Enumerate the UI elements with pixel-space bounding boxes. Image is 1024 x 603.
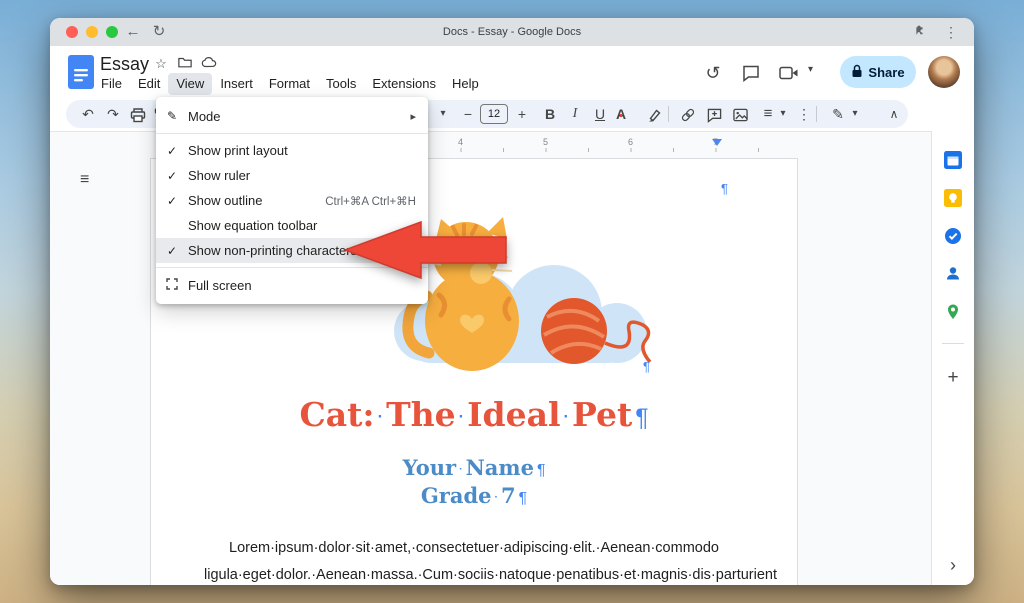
checkmark-icon: ✓ (156, 194, 188, 208)
menu-view[interactable]: View (168, 73, 212, 95)
right-indent-marker[interactable] (712, 139, 722, 146)
account-avatar[interactable] (928, 56, 960, 88)
text-color-icon[interactable]: A (616, 106, 626, 122)
pilcrow-mark: ¶ (635, 405, 648, 432)
menu-help[interactable]: Help (444, 73, 487, 95)
menu-tools[interactable]: Tools (318, 73, 364, 95)
menu-file[interactable]: File (93, 73, 130, 95)
submenu-arrow-icon: ▸ (410, 110, 416, 123)
browser-tab-title: Docs - Essay - Google Docs (50, 18, 974, 46)
add-comment-icon[interactable] (704, 100, 724, 128)
red-annotation-arrow (343, 220, 508, 285)
menu-edit[interactable]: Edit (130, 73, 168, 95)
comments-icon[interactable] (738, 60, 764, 86)
pilcrow-mark: ¶ (721, 181, 728, 196)
undo-icon[interactable]: ↶ (78, 100, 98, 128)
increase-font-size-icon[interactable]: + (512, 100, 532, 128)
align-dropdown-caret-icon[interactable]: ▾ (773, 100, 793, 128)
highlight-color-icon[interactable] (644, 100, 664, 128)
interpunct-mark: · (495, 491, 499, 503)
browser-window: ← ↻ Docs - Essay - Google Docs ⋮ Essay ☆ (50, 18, 974, 585)
google-keep-icon[interactable] (944, 189, 962, 207)
google-calendar-icon[interactable] (944, 151, 962, 169)
menu-separator (156, 133, 428, 134)
ruler-number: 4 (418, 137, 503, 147)
pilcrow-mark: ¶ (643, 359, 650, 374)
menu-item-show-outline[interactable]: ✓ Show outline Ctrl+⌘A Ctrl+⌘H (156, 188, 428, 213)
body-paragraph: Lorem·ipsum·dolor·sit·amet,·consectetuer… (204, 535, 744, 585)
show-outline-icon[interactable]: ≡ (80, 171, 89, 189)
underline-icon[interactable]: U (590, 100, 610, 128)
more-options-icon[interactable]: ⋮ (794, 100, 814, 128)
font-size-field[interactable]: 12 (480, 104, 508, 124)
google-contacts-icon[interactable] (944, 265, 962, 283)
share-button[interactable]: Share (840, 56, 916, 88)
interpunct-mark: · (378, 408, 384, 426)
print-icon[interactable] (128, 100, 148, 128)
rail-divider (942, 343, 964, 344)
full-screen-icon (156, 278, 188, 293)
italic-icon[interactable]: I (565, 100, 585, 128)
toolbar-divider (668, 106, 669, 122)
browser-menu-icon[interactable]: ⋮ (940, 18, 962, 46)
side-panel-rail: + › (931, 131, 974, 585)
hide-menus-chevron-icon[interactable]: ∧ (884, 100, 904, 128)
menu-extensions[interactable]: Extensions (364, 73, 444, 95)
decrease-font-size-icon[interactable]: − (458, 100, 478, 128)
insert-link-icon[interactable] (678, 100, 698, 128)
google-maps-icon[interactable] (944, 303, 962, 321)
bold-icon[interactable]: B (540, 100, 560, 128)
pilcrow-mark: ¶ (537, 462, 545, 479)
get-addons-icon[interactable]: + (932, 367, 974, 389)
body-line-2: ligula·eget·dolor.·Aenean·massa.·Cum·soc… (204, 562, 744, 585)
menu-item-show-print-layout[interactable]: ✓ Show print layout (156, 138, 428, 163)
toolbar-divider (816, 106, 817, 122)
cloud-saved-icon[interactable] (200, 56, 218, 72)
styles-dropdown-caret-icon[interactable]: ▾ (433, 100, 453, 128)
pilcrow-mark: ¶ (519, 490, 527, 507)
author-line: Your·Name¶ (151, 455, 797, 480)
share-button-label: Share (868, 65, 904, 80)
grade-line: Grade·7¶ (151, 483, 797, 508)
extensions-puzzle-icon[interactable] (908, 18, 930, 46)
body-line-1: Lorem·ipsum·dolor·sit·amet,·consectetuer… (204, 535, 744, 562)
meet-dropdown-caret-icon[interactable]: ▾ (808, 64, 813, 75)
essay-heading: Cat:·The·Ideal·Pet¶ (151, 395, 797, 434)
docs-header: Essay ☆ File Edit View Insert Format Too… (50, 46, 974, 98)
checkmark-icon: ✓ (156, 244, 188, 258)
shortcut-label: Ctrl+⌘A Ctrl+⌘H (325, 194, 416, 208)
menu-item-show-ruler[interactable]: ✓ Show ruler (156, 163, 428, 188)
google-tasks-icon[interactable] (944, 227, 962, 245)
pencil-icon: ✎ (156, 109, 188, 123)
show-side-panel-chevron-icon[interactable]: › (932, 555, 974, 576)
move-to-folder-icon[interactable] (176, 56, 194, 72)
lock-icon (851, 64, 863, 81)
ruler-number: 5 (503, 137, 588, 147)
star-document-icon[interactable]: ☆ (152, 56, 170, 72)
menu-item-mode[interactable]: ✎ Mode ▸ (156, 103, 428, 129)
interpunct-mark: · (459, 408, 465, 426)
interpunct-mark: · (564, 408, 570, 426)
menu-format[interactable]: Format (261, 73, 318, 95)
insert-image-icon[interactable] (730, 100, 750, 128)
editing-mode-caret-icon[interactable]: ▾ (845, 100, 865, 128)
interpunct-mark: · (459, 463, 463, 475)
meet-videocam-icon[interactable] (776, 60, 802, 86)
ruler-number: 6 (588, 137, 673, 147)
menu-insert[interactable]: Insert (212, 73, 261, 95)
checkmark-icon: ✓ (156, 144, 188, 158)
version-history-icon[interactable]: ↺ (700, 60, 726, 86)
google-docs-logo-icon[interactable] (68, 55, 94, 94)
docs-menubar: File Edit View Insert Format Tools Exten… (93, 73, 487, 95)
redo-icon[interactable]: ↷ (103, 100, 123, 128)
window-titlebar: ← ↻ Docs - Essay - Google Docs ⋮ (50, 18, 974, 47)
checkmark-icon: ✓ (156, 169, 188, 183)
